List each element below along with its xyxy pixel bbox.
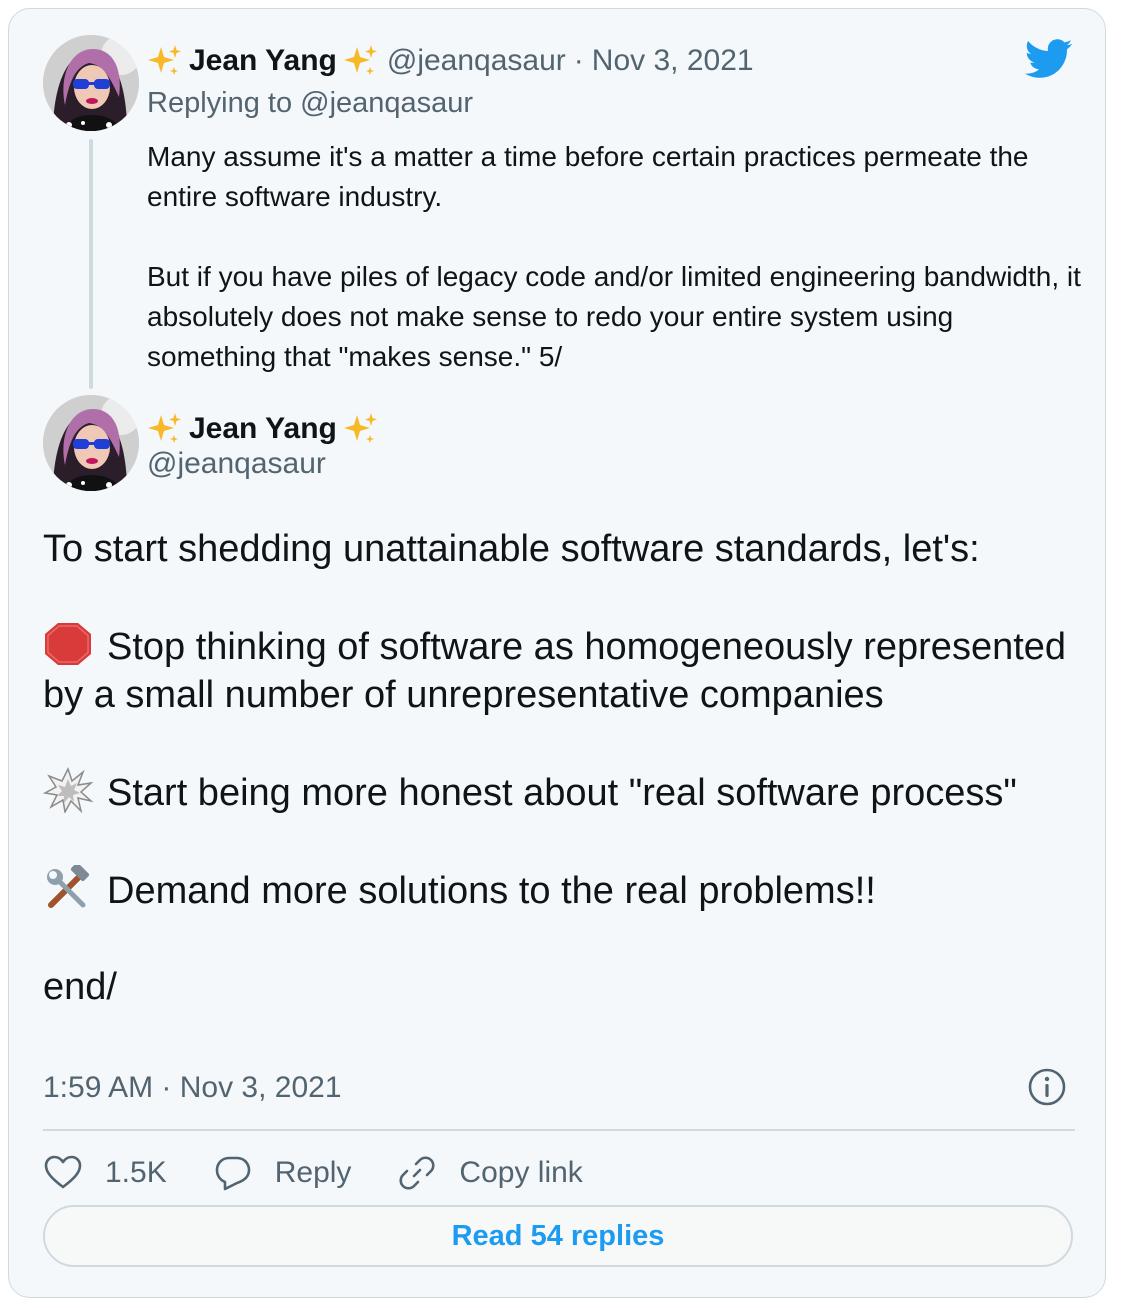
sparkles-icon [147,411,183,447]
like-count: 1.5K [105,1156,167,1189]
reply-label: Reply [274,1156,352,1189]
reply-button[interactable]: Reply [213,1153,352,1193]
info-icon[interactable] [1027,1067,1067,1107]
tweet-date[interactable]: Nov 3, 2021 [592,44,754,78]
action-bar: 1.5K Reply Copy link [43,1147,629,1199]
outro-text: end/ [43,966,117,1008]
handle[interactable]: @jeanqasaur [387,44,566,78]
stop-sign-icon [43,621,93,667]
point-stop: Stop thinking of software as homogeneous… [43,621,1093,719]
reply-bubble-icon [213,1153,253,1193]
display-name[interactable]: Jean Yang [189,44,337,78]
heart-icon [43,1153,83,1193]
avatar[interactable] [43,395,139,491]
sparkles-icon [343,43,379,79]
main-tweet-text: To start shedding unattainable software … [43,525,1093,1011]
point-honest-text: Start being more honest about "real soft… [107,772,1017,814]
divider [43,1129,1075,1131]
copy-link-label: Copy link [459,1156,583,1189]
point-stop-text: Stop thinking of software as homogeneous… [43,626,1067,716]
copy-link-button[interactable]: Copy link [397,1153,583,1193]
display-name[interactable]: Jean Yang [189,412,337,446]
replying-to: Replying to @jeanqasaur [147,87,473,120]
point-demand-text: Demand more solutions to the real proble… [107,870,876,912]
sparkles-icon [147,43,183,79]
separator-dot: · [573,44,584,77]
read-replies-button[interactable]: Read 54 replies [43,1205,1073,1267]
point-honest: Start being more honest about "real soft… [43,767,1093,817]
parent-tweet-text: Many assume it's a matter a time before … [147,137,1087,377]
replying-mention[interactable]: @jeanqasaur [300,87,473,119]
avatar-image [43,35,139,131]
handle[interactable]: @jeanqasaur [147,447,326,481]
avatar[interactable] [43,35,139,131]
avatar-image [43,395,139,491]
link-icon [397,1153,437,1193]
hammer-wrench-icon [43,865,93,911]
replying-prefix: Replying to [147,87,293,119]
parent-paragraph: Many assume it's a matter a time before … [147,141,1029,212]
tweet-timestamp[interactable]: 1:59 AM · Nov 3, 2021 [43,1071,342,1105]
twitter-bird-icon[interactable] [1025,39,1073,79]
tweet-card: Jean Yang @jeanqasaur · Nov 3, 2021 Repl… [8,8,1106,1298]
parent-paragraph: But if you have piles of legacy code and… [147,261,1081,372]
parent-tweet-header: Jean Yang @jeanqasaur · Nov 3, 2021 [147,39,754,83]
thread-connector [89,139,93,389]
intro-text: To start shedding unattainable software … [43,528,980,570]
sparkles-icon [343,411,379,447]
point-demand: Demand more solutions to the real proble… [43,865,1093,915]
like-button[interactable]: 1.5K [43,1153,167,1193]
collision-icon [43,767,93,813]
main-tweet-header: Jean Yang [147,407,379,451]
